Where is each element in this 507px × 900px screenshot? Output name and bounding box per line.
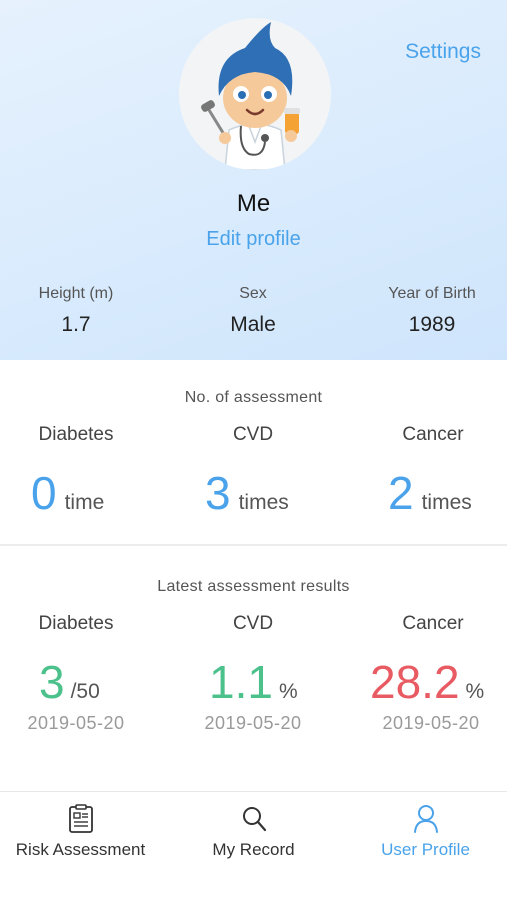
count-number: 2 bbox=[388, 467, 414, 519]
tab-label: User Profile bbox=[381, 840, 470, 859]
cvd-result-date: 2019-05-20 bbox=[204, 713, 302, 733]
user-name: Me bbox=[236, 190, 271, 217]
count-number: 3 bbox=[205, 467, 231, 519]
birth-year-label: Year of Birth bbox=[388, 285, 476, 302]
search-icon bbox=[243, 807, 267, 832]
profile-header: Settings Me Edit profile Height (m) 1.7 … bbox=[0, 0, 507, 360]
diabetes-count[interactable]: 0 time bbox=[31, 466, 104, 520]
count-cvd-label: CVD bbox=[168, 424, 338, 446]
birth-year-info: Year of Birth 1989 bbox=[352, 285, 507, 337]
latest-results-title: Latest assessment results bbox=[157, 578, 350, 595]
sex-info: Sex Male bbox=[173, 285, 333, 337]
count-unit: times bbox=[421, 491, 472, 514]
edit-profile-link[interactable]: Edit profile bbox=[0, 228, 507, 251]
disease-label: Cancer bbox=[402, 424, 464, 445]
result-unit: /50 bbox=[70, 680, 100, 703]
tab-risk-assessment[interactable]: Risk Assessment bbox=[0, 792, 165, 892]
height-label: Height (m) bbox=[38, 285, 114, 302]
disease-label: Diabetes bbox=[38, 613, 114, 634]
tab-label: My Record bbox=[212, 840, 295, 859]
result-cvd-label: CVD bbox=[168, 613, 338, 635]
diabetes-result-date: 2019-05-20 bbox=[27, 713, 125, 733]
avatar[interactable] bbox=[179, 18, 331, 170]
disease-label: Cancer bbox=[402, 613, 464, 634]
sex-label: Sex bbox=[239, 285, 267, 302]
cancer-result[interactable]: 28.2% bbox=[370, 655, 484, 709]
result-cancer-label: Cancer bbox=[348, 613, 507, 635]
tab-my-record[interactable]: My Record bbox=[169, 792, 338, 892]
count-number: 0 bbox=[31, 467, 57, 519]
assessment-count-title: No. of assessment bbox=[184, 389, 323, 406]
doctor-mascot-icon bbox=[179, 18, 331, 170]
assessment-count-row: 0 time 3 times 2 times bbox=[0, 466, 507, 526]
result-diabetes-label: Diabetes bbox=[0, 613, 161, 635]
height-info: Height (m) 1.7 bbox=[0, 285, 156, 337]
tab-label: Risk Assessment bbox=[15, 840, 146, 859]
birth-year-value: 1989 bbox=[408, 313, 456, 336]
disease-label: CVD bbox=[232, 613, 274, 634]
height-value: 1.7 bbox=[61, 313, 91, 336]
user-icon bbox=[414, 805, 438, 833]
count-unit: times bbox=[238, 491, 289, 514]
section-divider bbox=[0, 544, 507, 546]
settings-link[interactable]: Settings bbox=[405, 40, 481, 64]
cvd-count[interactable]: 3 times bbox=[205, 466, 289, 520]
cancer-count[interactable]: 2 times bbox=[388, 466, 472, 520]
disease-label: CVD bbox=[232, 424, 274, 445]
cancer-result-date: 2019-05-20 bbox=[382, 713, 480, 733]
cvd-result[interactable]: 1.1% bbox=[209, 655, 298, 709]
tab-user-profile[interactable]: User Profile bbox=[341, 792, 507, 892]
result-unit: % bbox=[465, 680, 485, 703]
clipboard-icon bbox=[69, 804, 93, 833]
disease-label: Diabetes bbox=[38, 424, 114, 445]
count-unit: time bbox=[64, 491, 105, 514]
bottom-tab-bar: Risk Assessment My Record User Profile bbox=[0, 791, 507, 900]
sex-value: Male bbox=[230, 313, 276, 336]
count-diabetes-label: Diabetes bbox=[0, 424, 161, 446]
result-unit: % bbox=[278, 680, 298, 703]
result-value: 28.2 bbox=[370, 656, 460, 708]
count-cancer-label: Cancer bbox=[348, 424, 507, 446]
result-value: 1.1 bbox=[209, 656, 273, 708]
diabetes-result[interactable]: 3/50 bbox=[39, 655, 100, 709]
result-value: 3 bbox=[39, 656, 65, 708]
